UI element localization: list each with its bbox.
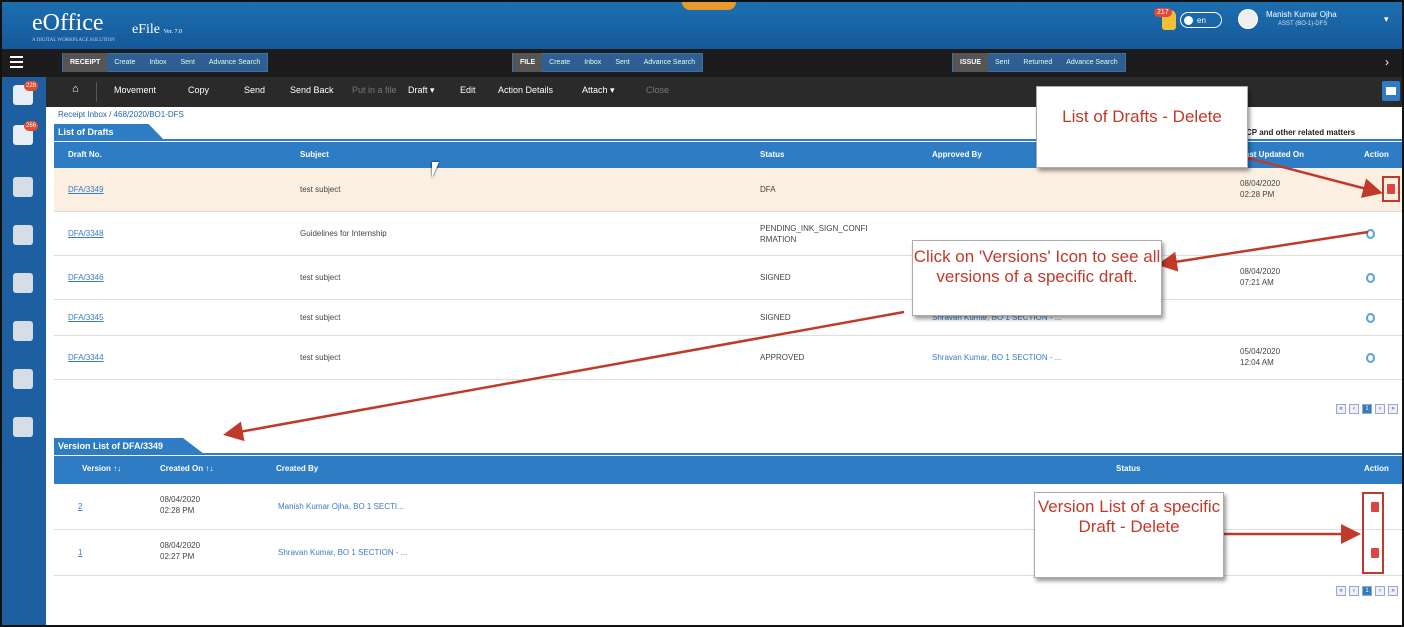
arrow-to-draft-delete xyxy=(1247,156,1383,198)
screen: eOffice A DIGITAL WORKPLACE SOLUTION eFil… xyxy=(0,0,1404,627)
arrow-to-versions xyxy=(223,310,905,442)
arrow-to-callout xyxy=(1157,230,1369,272)
callout-versions-icon: Click on 'Versions' Icon to see all vers… xyxy=(912,240,1162,316)
callout-drafts-delete: List of Drafts - Delete xyxy=(1036,86,1248,168)
callout-version-delete: Version List of a specific Draft - Delet… xyxy=(1034,492,1224,578)
